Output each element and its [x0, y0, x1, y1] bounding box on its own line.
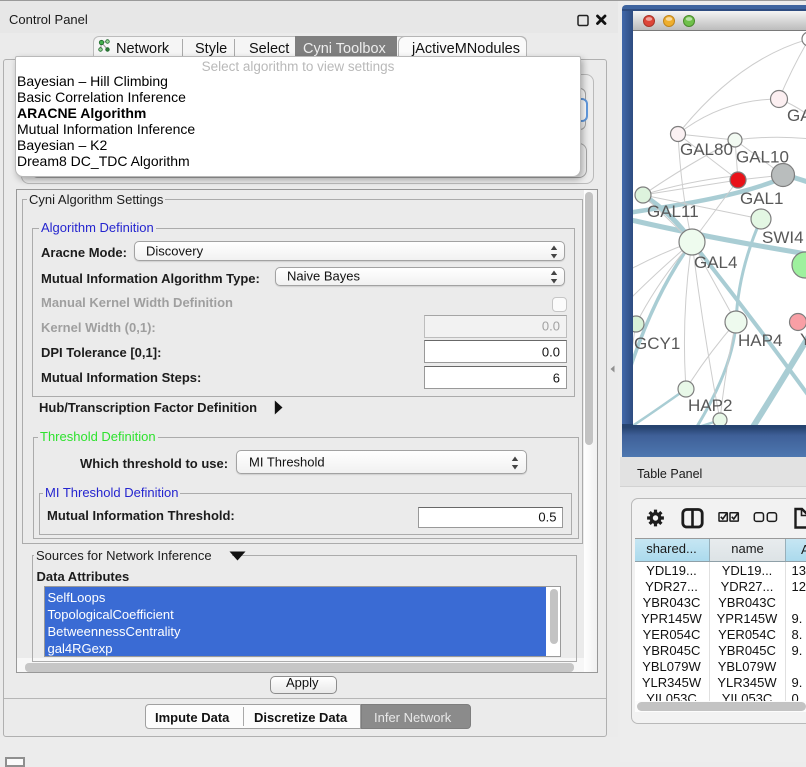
svg-text:GAL80: GAL80 [680, 140, 733, 159]
svg-text:GAL7: GAL7 [787, 106, 806, 125]
svg-text:GAL10: GAL10 [736, 148, 789, 167]
svg-text:GCY1: GCY1 [634, 334, 680, 353]
svg-text:HAP2: HAP2 [688, 396, 732, 415]
svg-text:SWI4: SWI4 [762, 228, 804, 247]
svg-text:GAL4: GAL4 [694, 253, 737, 272]
svg-text:GAL1: GAL1 [740, 189, 783, 208]
svg-text:Y: Y [800, 330, 806, 349]
svg-text:GAL11: GAL11 [647, 202, 699, 221]
svg-text:HAP4: HAP4 [738, 331, 782, 350]
